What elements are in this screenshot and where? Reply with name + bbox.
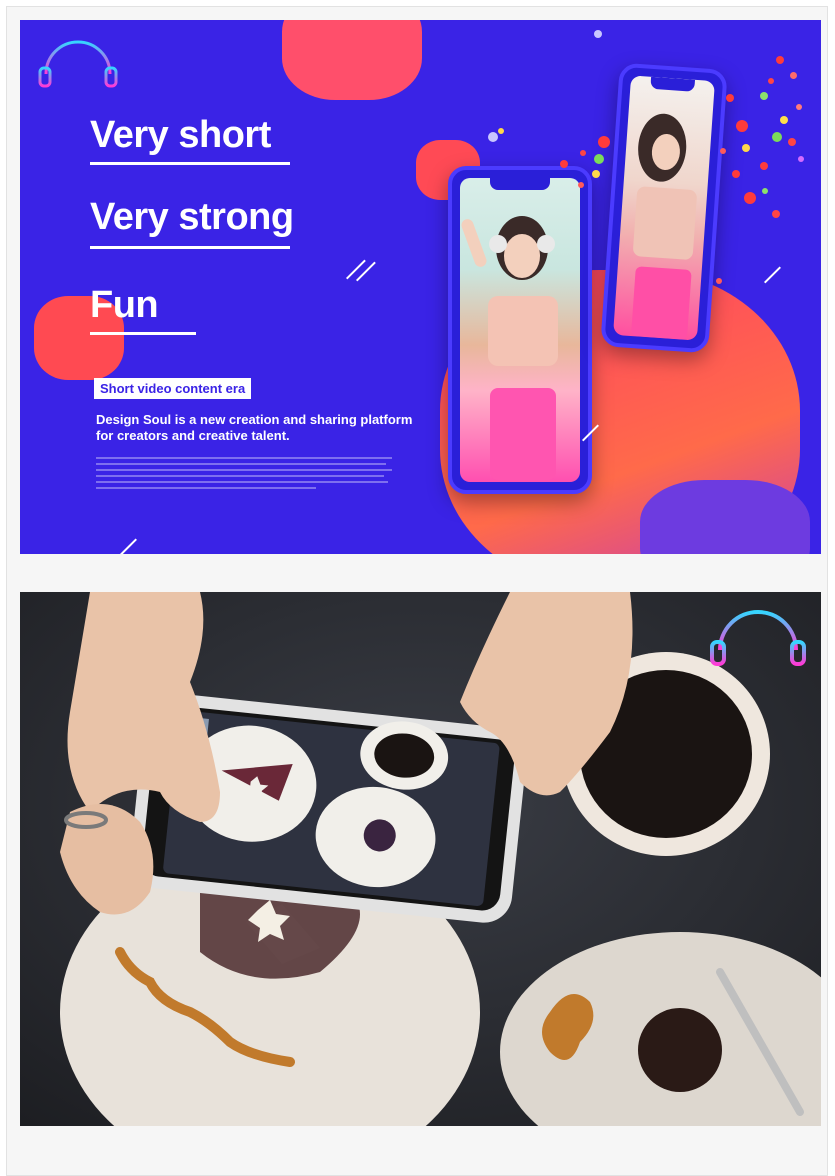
accent-blob-top [282, 20, 422, 100]
accent-blob-corner [640, 480, 810, 554]
headline-very-strong: Very strong [90, 196, 294, 238]
slash-decoration [120, 538, 137, 554]
phone-mockup-back [600, 62, 728, 354]
headline-underline [90, 162, 290, 165]
headline-underline [90, 332, 196, 335]
phone-screen-photo [460, 178, 580, 482]
headline-underline [90, 246, 290, 249]
phone-mockup-front [448, 166, 592, 494]
headphones-equalizer-icon [38, 40, 118, 88]
food-photo-panel [20, 592, 821, 1126]
headline-fun: Fun [90, 284, 159, 326]
promo-banner: Very short Very strong Fun Short video c… [20, 20, 821, 554]
slash-decoration [346, 259, 366, 280]
tag-label: Short video content era [94, 378, 252, 399]
food-photography-scene [20, 592, 821, 1126]
phone-screen-photo [613, 75, 715, 341]
headline-very-short: Very short [90, 114, 271, 156]
dancer-figure [461, 216, 558, 480]
slash-decoration [764, 266, 781, 284]
description-text: Design Soul is a new creation and sharin… [96, 412, 413, 443]
phone-notch [490, 178, 550, 190]
dancer-figure [631, 113, 697, 340]
fine-print-lines [96, 457, 392, 493]
